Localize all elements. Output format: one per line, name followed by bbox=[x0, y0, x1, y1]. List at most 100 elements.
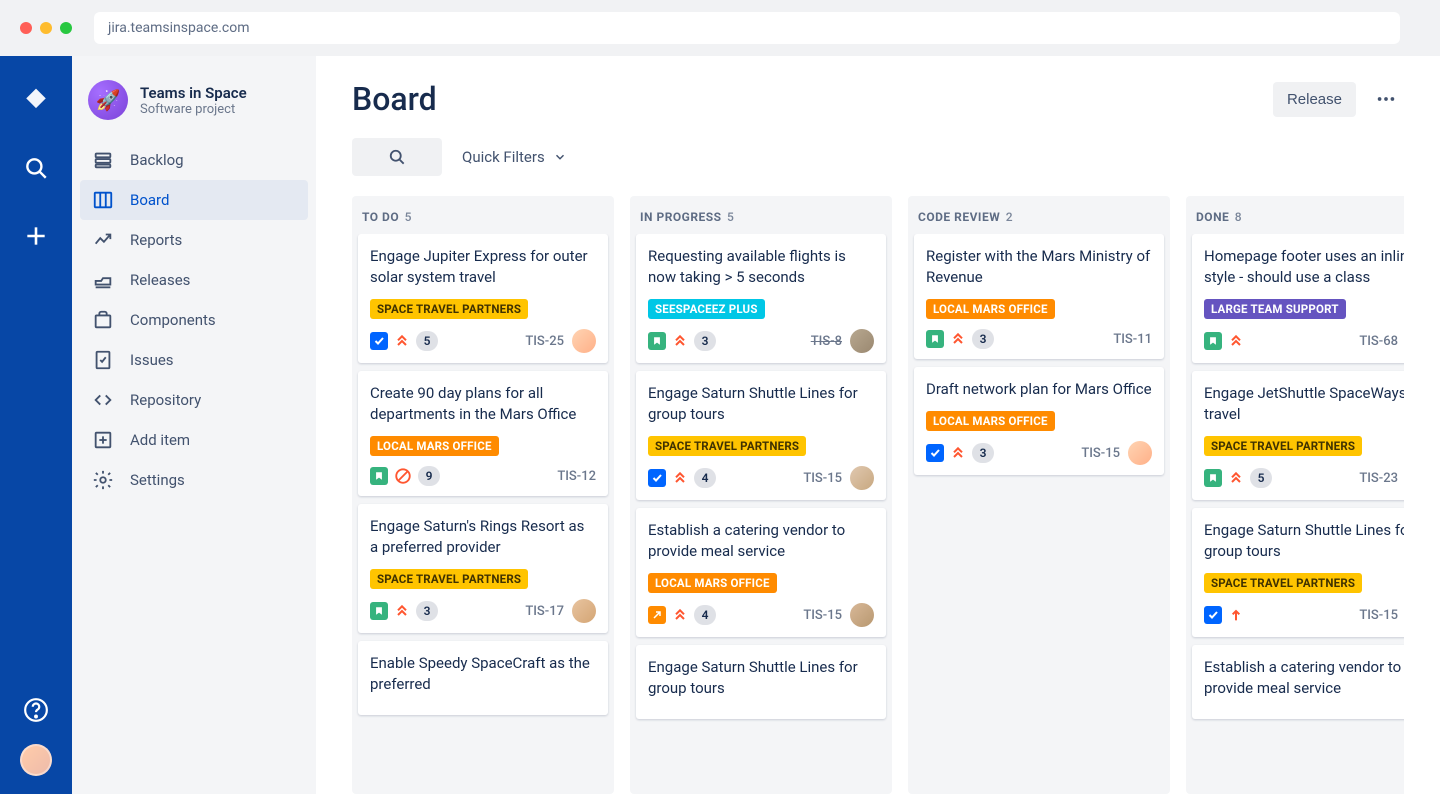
sidebar-item-repository[interactable]: Repository bbox=[80, 380, 308, 420]
sidebar-item-additem[interactable]: Add item bbox=[80, 420, 308, 460]
priority-highest-icon bbox=[672, 333, 688, 349]
sidebar-item-board[interactable]: Board bbox=[80, 180, 308, 220]
sidebar-item-label: Backlog bbox=[130, 151, 184, 169]
release-button[interactable]: Release bbox=[1273, 82, 1356, 117]
task-type-icon bbox=[1204, 606, 1222, 624]
card-tag: LOCAL MARS OFFICE bbox=[926, 299, 1055, 319]
issue-key: TIS-15 bbox=[1081, 446, 1120, 461]
issue-card[interactable]: Enable Speedy SpaceCraft as the preferre… bbox=[358, 641, 608, 715]
card-title: Homepage footer uses an inline style - s… bbox=[1204, 246, 1404, 288]
priority-medium-icon bbox=[1228, 607, 1244, 623]
story-points-badge: 4 bbox=[694, 605, 716, 625]
assignee-avatar[interactable] bbox=[572, 329, 596, 353]
sidebar-item-releases[interactable]: Releases bbox=[80, 260, 308, 300]
profile-avatar[interactable] bbox=[20, 744, 52, 776]
url-bar[interactable]: jira.teamsinspace.com bbox=[94, 12, 1400, 44]
project-header[interactable]: 🚀 Teams in Space Software project bbox=[80, 80, 308, 140]
global-rail bbox=[0, 56, 72, 794]
sidebar-item-backlog[interactable]: Backlog bbox=[80, 140, 308, 180]
maximize-window-icon[interactable] bbox=[60, 22, 72, 34]
board-column: In Progress 5 Requesting available fligh… bbox=[630, 196, 892, 794]
card-title: Engage Saturn Shuttle Lines for group to… bbox=[648, 383, 874, 425]
priority-highest-icon bbox=[394, 603, 410, 619]
column-header: To Do 5 bbox=[352, 196, 614, 234]
issue-card[interactable]: Establish a catering vendor to provide m… bbox=[1192, 645, 1404, 719]
issue-card[interactable]: Engage Saturn's Rings Resort as a prefer… bbox=[358, 504, 608, 633]
issue-card[interactable]: Engage Saturn Shuttle Lines for group to… bbox=[636, 371, 886, 500]
assignee-avatar[interactable] bbox=[850, 329, 874, 353]
minimize-window-icon[interactable] bbox=[40, 22, 52, 34]
card-title: Create 90 day plans for all departments … bbox=[370, 383, 596, 425]
search-icon[interactable] bbox=[16, 148, 56, 188]
column-header: In Progress 5 bbox=[630, 196, 892, 234]
story-type-icon bbox=[370, 467, 388, 485]
board-search[interactable] bbox=[352, 138, 442, 176]
card-title: Engage Saturn Shuttle Lines for group to… bbox=[648, 657, 874, 699]
column-count: 8 bbox=[1235, 210, 1242, 224]
story-type-icon bbox=[1204, 332, 1222, 350]
story-points-badge: 3 bbox=[416, 601, 438, 621]
issue-key: TIS-8 bbox=[811, 334, 842, 349]
jira-logo-icon[interactable] bbox=[16, 80, 56, 120]
issue-key: TIS-23 bbox=[1359, 471, 1398, 486]
column-header: Code Review 2 bbox=[908, 196, 1170, 234]
card-tag: LOCAL MARS OFFICE bbox=[370, 436, 499, 456]
assignee-avatar[interactable] bbox=[850, 466, 874, 490]
issue-card[interactable]: Engage Saturn Shuttle Lines for group to… bbox=[1192, 508, 1404, 637]
more-actions-icon[interactable] bbox=[1368, 81, 1404, 117]
story-type-icon bbox=[648, 332, 666, 350]
sidebar-item-components[interactable]: Components bbox=[80, 300, 308, 340]
story-type-icon bbox=[1204, 469, 1222, 487]
card-title: Draft network plan for Mars Office bbox=[926, 379, 1152, 400]
priority-highest-icon bbox=[672, 470, 688, 486]
column-count: 2 bbox=[1006, 210, 1013, 224]
quick-filters-dropdown[interactable]: Quick Filters bbox=[462, 148, 567, 166]
story-points-badge: 3 bbox=[972, 443, 994, 463]
card-title: Establish a catering vendor to provide m… bbox=[1204, 657, 1404, 699]
priority-highest-icon bbox=[950, 445, 966, 461]
sidebar-item-label: Reports bbox=[130, 231, 182, 249]
sidebar-item-label: Components bbox=[130, 311, 216, 329]
issue-key: TIS-15 bbox=[1359, 608, 1398, 623]
card-title: Engage Saturn's Rings Resort as a prefer… bbox=[370, 516, 596, 558]
story-type-icon bbox=[370, 602, 388, 620]
card-tag: SPACE TRAVEL PARTNERS bbox=[370, 569, 528, 589]
create-icon[interactable] bbox=[16, 216, 56, 256]
issue-card[interactable]: Engage Jupiter Express for outer solar s… bbox=[358, 234, 608, 363]
browser-chrome: jira.teamsinspace.com bbox=[0, 0, 1440, 56]
issue-card[interactable]: Draft network plan for Mars Office LOCAL… bbox=[914, 367, 1164, 475]
project-type: Software project bbox=[140, 102, 247, 117]
kanban-board: To Do 5 Engage Jupiter Express for outer… bbox=[352, 196, 1404, 794]
card-title: Engage Jupiter Express for outer solar s… bbox=[370, 246, 596, 288]
issue-card[interactable]: Create 90 day plans for all departments … bbox=[358, 371, 608, 496]
issue-card[interactable]: Register with the Mars Ministry of Reven… bbox=[914, 234, 1164, 359]
story-points-badge: 5 bbox=[416, 331, 438, 351]
issue-card[interactable]: Homepage footer uses an inline style - s… bbox=[1192, 234, 1404, 363]
sidebar-item-reports[interactable]: Reports bbox=[80, 220, 308, 260]
search-icon bbox=[387, 147, 407, 167]
card-title: Requesting available flights is now taki… bbox=[648, 246, 874, 288]
close-window-icon[interactable] bbox=[20, 22, 32, 34]
task-type-icon bbox=[648, 469, 666, 487]
column-body[interactable]: Register with the Mars Ministry of Reven… bbox=[908, 234, 1170, 481]
card-tag: LOCAL MARS OFFICE bbox=[648, 573, 777, 593]
assignee-avatar[interactable] bbox=[850, 603, 874, 627]
assignee-avatar[interactable] bbox=[1128, 441, 1152, 465]
column-body[interactable]: Homepage footer uses an inline style - s… bbox=[1186, 234, 1404, 725]
column-body[interactable]: Requesting available flights is now taki… bbox=[630, 234, 892, 725]
sidebar-item-settings[interactable]: Settings bbox=[80, 460, 308, 500]
issue-card[interactable]: Engage JetShuttle SpaceWays for travel S… bbox=[1192, 371, 1404, 500]
page-title: Board bbox=[352, 80, 437, 118]
issue-card[interactable]: Requesting available flights is now taki… bbox=[636, 234, 886, 363]
sidebar-item-label: Settings bbox=[130, 471, 185, 489]
help-icon[interactable] bbox=[16, 690, 56, 730]
story-points-badge: 9 bbox=[418, 466, 440, 486]
assignee-avatar[interactable] bbox=[572, 599, 596, 623]
board-column: Code Review 2 Register with the Mars Min… bbox=[908, 196, 1170, 794]
column-body[interactable]: Engage Jupiter Express for outer solar s… bbox=[352, 234, 614, 721]
issue-card[interactable]: Engage Saturn Shuttle Lines for group to… bbox=[636, 645, 886, 719]
issue-card[interactable]: Establish a catering vendor to provide m… bbox=[636, 508, 886, 637]
column-header: Done 8 bbox=[1186, 196, 1404, 234]
sidebar-item-issues[interactable]: Issues bbox=[80, 340, 308, 380]
change-type-icon bbox=[648, 606, 666, 624]
